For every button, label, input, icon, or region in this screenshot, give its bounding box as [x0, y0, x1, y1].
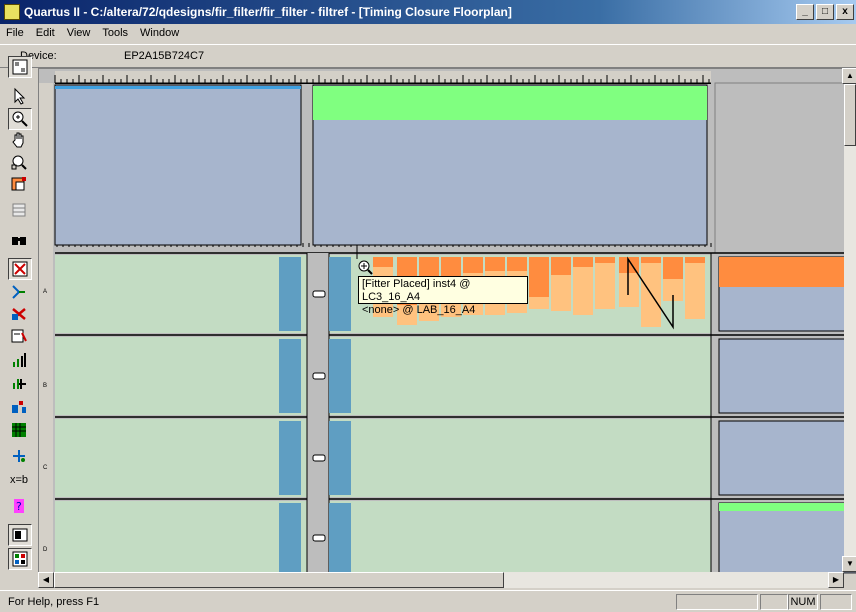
device-value: EP2A15B724C7 — [124, 50, 205, 62]
lab-row-c-left — [55, 419, 307, 497]
pointer-icon[interactable] — [8, 86, 30, 106]
search-zoom-icon[interactable] — [8, 152, 30, 172]
minimize-button[interactable]: _ — [796, 4, 814, 20]
top-block-left — [54, 84, 302, 246]
menu-tools[interactable]: Tools — [96, 24, 134, 44]
lab-row-b-left — [55, 337, 307, 415]
io-marker-b — [312, 372, 326, 380]
column-blue-c1 — [279, 421, 301, 495]
floorplan-canvas[interactable]: A B C D — [38, 68, 856, 574]
quartus-app-icon[interactable] — [4, 4, 20, 20]
floorplan-toolbar: x=b ? — [6, 54, 34, 584]
status-pane-1 — [676, 594, 758, 610]
scroll-up-button[interactable]: ▲ — [842, 68, 856, 84]
column-blue-d2 — [329, 503, 351, 573]
lab-icon[interactable] — [8, 420, 30, 440]
device-bar: Device: EP2A15B724C7 — [0, 44, 856, 68]
vertical-scrollbar[interactable]: ▲ ▼ — [842, 68, 856, 572]
equation-icon[interactable]: x=b — [8, 470, 30, 490]
status-bar: For Help, press F1 NUM — [0, 590, 856, 612]
find-icon[interactable] — [8, 230, 30, 250]
grid-icon[interactable] — [8, 200, 30, 220]
menu-window[interactable]: Window — [134, 24, 185, 44]
color-legend-icon[interactable] — [8, 174, 30, 194]
io-marker-d — [312, 534, 326, 542]
top-block-far-right — [714, 82, 856, 254]
right-block-c — [718, 420, 856, 496]
lab-row-b-right — [329, 337, 711, 415]
horizontal-scroll-thumb[interactable] — [54, 572, 504, 588]
status-pane-4 — [820, 594, 852, 610]
right-block-d — [718, 502, 856, 573]
column-blue-a2 — [329, 257, 351, 331]
menu-view[interactable]: View — [61, 24, 97, 44]
io-marker-a — [312, 290, 326, 298]
lab-row-d-right — [329, 501, 711, 573]
column-blue-b1 — [279, 339, 301, 413]
menu-file[interactable]: File — [0, 24, 30, 44]
column-blue-c2 — [329, 421, 351, 495]
placement-tooltip: [Fitter Placed] inst4 @ LC3_16_A4 <none>… — [358, 276, 528, 316]
window-title: Quartus II - C:/altera/72/qdesigns/fir_f… — [24, 5, 512, 19]
lab-row-a-left — [55, 255, 307, 333]
column-blue-b2 — [329, 339, 351, 413]
fan-in-icon[interactable] — [8, 350, 30, 370]
svg-text:?: ? — [16, 500, 22, 513]
lab-row-c-right — [329, 419, 711, 497]
tooltip-line-1: [Fitter Placed] inst4 @ LC3_16_A4 — [362, 278, 471, 303]
zoom-icon[interactable] — [8, 108, 32, 130]
floorplan-svg — [54, 75, 856, 573]
path-icon[interactable] — [8, 398, 30, 418]
scroll-left-button[interactable]: ◀ — [38, 572, 54, 588]
menu-bar: File Edit View Tools Window — [0, 24, 856, 44]
status-message: For Help, press F1 — [8, 596, 100, 608]
scroll-right-button[interactable]: ▶ — [828, 572, 844, 588]
column-blue-a1 — [279, 257, 301, 331]
menu-edit[interactable]: Edit — [30, 24, 61, 44]
right-block-b — [718, 338, 856, 414]
scroll-down-button[interactable]: ▼ — [842, 556, 856, 572]
help-icon[interactable]: ? — [8, 496, 30, 516]
horizontal-scrollbar[interactable]: ◀ ▶ — [38, 572, 844, 588]
close-button[interactable]: x — [836, 4, 854, 20]
vertical-scroll-thumb[interactable] — [844, 84, 856, 146]
title-bar: Quartus II - C:/altera/72/qdesigns/fir_f… — [0, 0, 856, 24]
status-num: NUM — [788, 594, 818, 610]
layer-settings-icon[interactable] — [8, 548, 32, 570]
lab-row-d-left — [55, 501, 307, 573]
delete-assignment-icon[interactable] — [8, 304, 30, 324]
node-properties-icon[interactable] — [8, 326, 30, 346]
equation-label: x=b — [9, 474, 29, 486]
floorplan-icon[interactable] — [8, 56, 32, 78]
restore-button[interactable]: □ — [816, 4, 834, 20]
layer-icon[interactable] — [8, 524, 32, 546]
pins-icon[interactable] — [8, 446, 30, 466]
io-marker-c — [312, 454, 326, 462]
fan-out-icon[interactable] — [8, 372, 30, 392]
column-blue-d1 — [279, 503, 301, 573]
assignment-icon[interactable] — [8, 258, 32, 280]
hand-icon[interactable] — [8, 130, 30, 150]
status-pane-2 — [760, 594, 788, 610]
tooltip-line-2: <none> @ LAB_16_A4 — [362, 304, 476, 316]
routing-icon[interactable] — [8, 282, 30, 302]
